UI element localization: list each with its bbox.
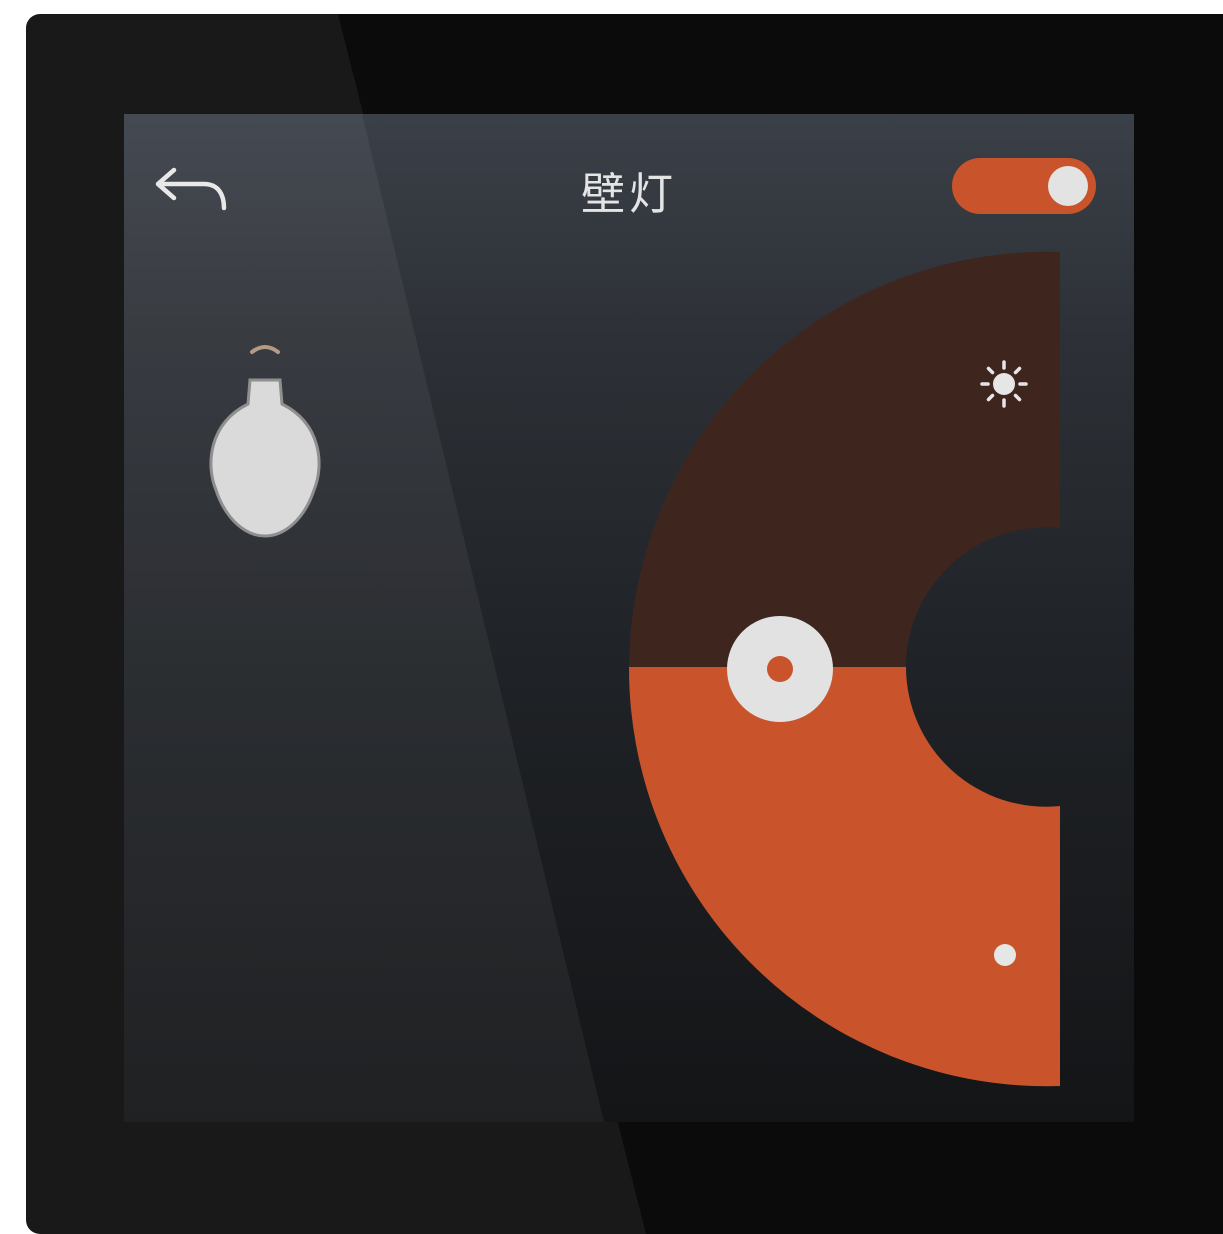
dimmer-lower-fill [628,667,1060,1087]
dimmer-handle[interactable] [727,616,833,722]
brightness-dimmer[interactable] [124,114,1134,1122]
panel-device: 壁灯 [26,14,1223,1234]
dot-icon [994,944,1016,966]
sun-icon [980,360,1028,408]
screen: 壁灯 [124,114,1134,1122]
dimmer-upper-track [629,251,1060,668]
